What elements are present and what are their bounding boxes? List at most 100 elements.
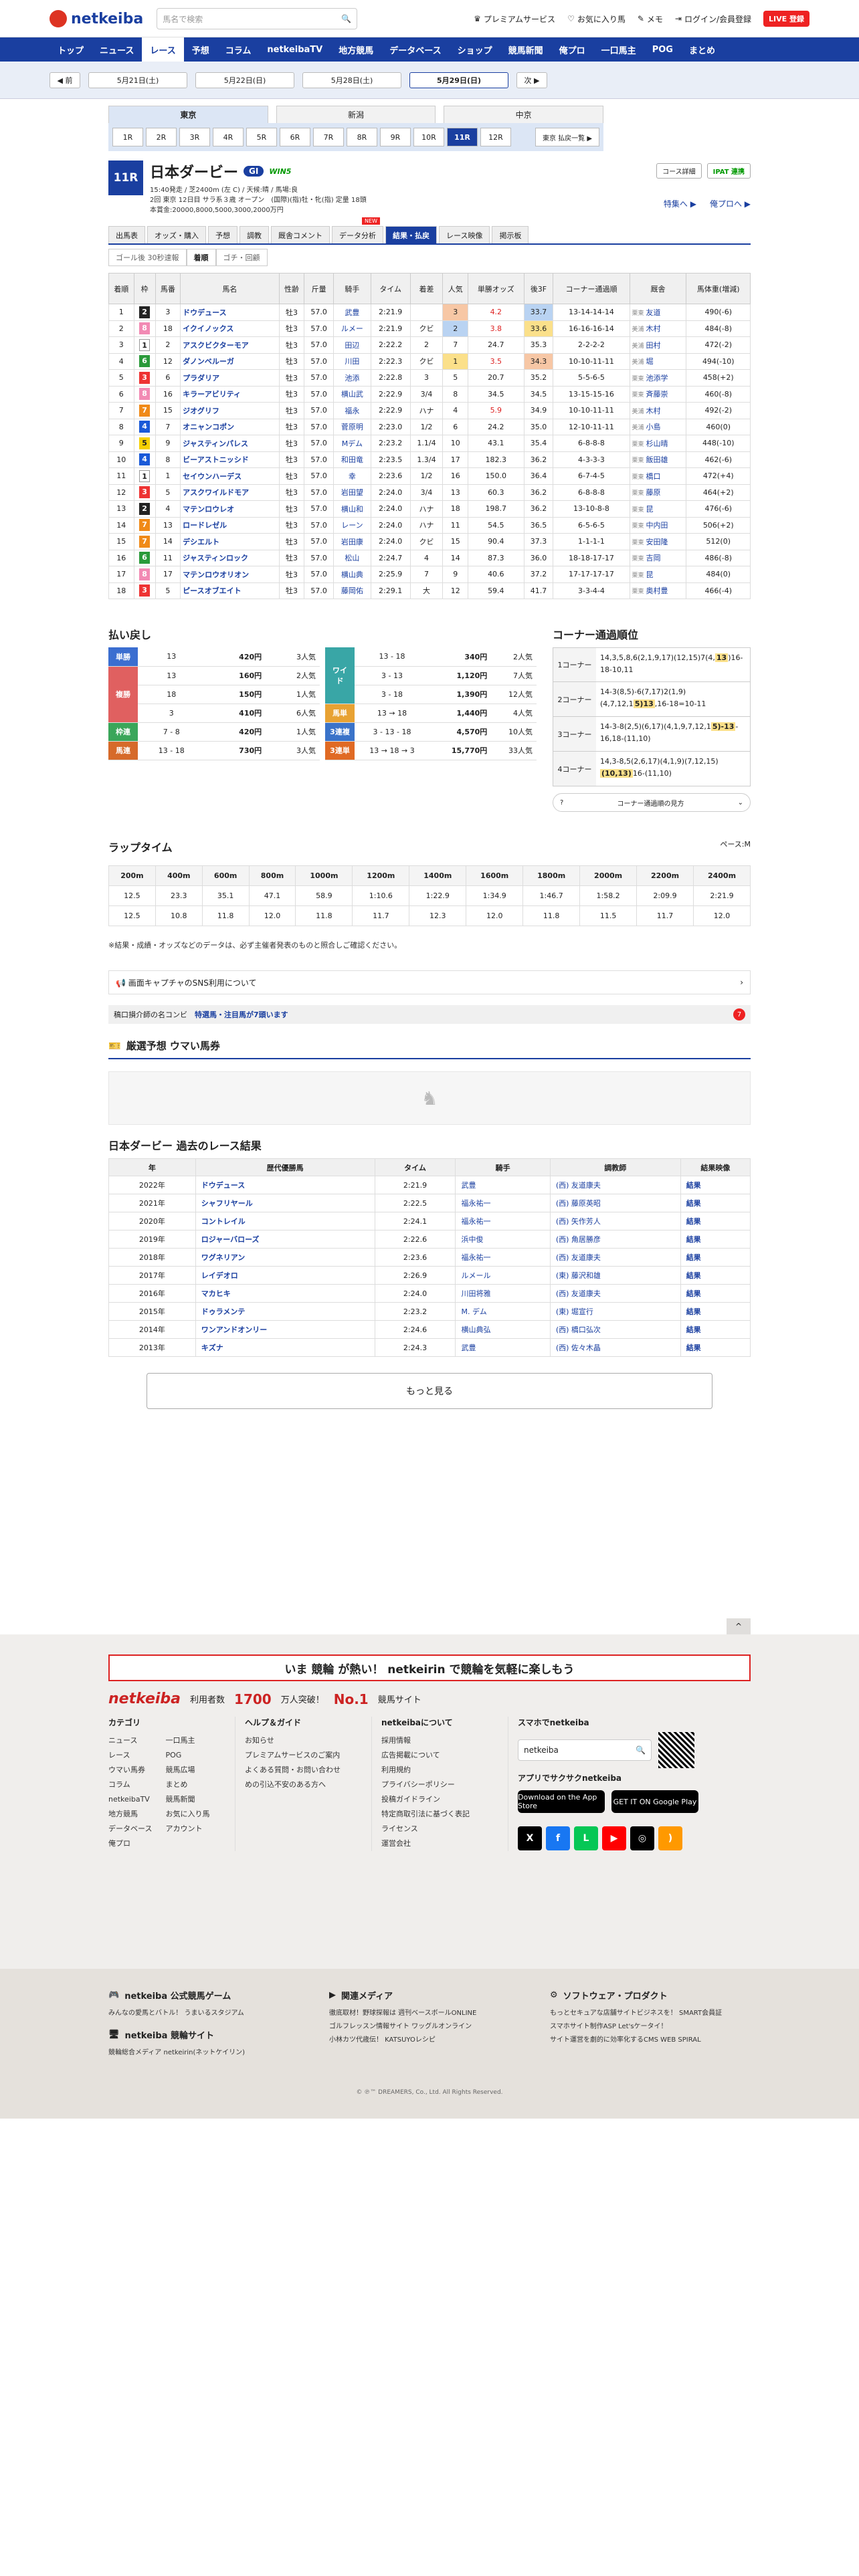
past-winner-link[interactable]: ワンアンドオンリー	[195, 1320, 375, 1339]
gnav-item[interactable]: 地方競馬	[330, 37, 381, 62]
trainer-cell[interactable]: 栗東 飯田雄	[629, 451, 687, 468]
past-video-link[interactable]: 結果	[680, 1248, 751, 1267]
trainer-name[interactable]: 飯田雄	[646, 455, 668, 464]
footer-link[interactable]: 運営会社	[381, 1836, 501, 1851]
past-video-link[interactable]: 結果	[680, 1230, 751, 1249]
footer-link[interactable]: めの引込不安のある方へ	[245, 1778, 365, 1792]
footer-link[interactable]: 競輪総合メディア netkeirin(ネットケイリン)	[108, 2046, 302, 2060]
footer-link[interactable]: 利用規約	[381, 1763, 501, 1778]
trainer-name[interactable]: 小島	[646, 423, 661, 431]
horse-name-link[interactable]: プラダリア	[180, 369, 280, 387]
horse-name-link[interactable]: ビーアストニッシド	[180, 451, 280, 468]
horse-name-link[interactable]: デシエルト	[180, 533, 280, 550]
orepro-link[interactable]: 俺プロへ ▶	[710, 198, 751, 209]
footer-link[interactable]: 徹底取材！野球探報は 週刊ベースボールONLINE	[329, 2007, 523, 2020]
horse-name-link[interactable]: ジャスティンロック	[180, 549, 280, 566]
trainer-name[interactable]: 池添学	[646, 374, 668, 383]
trainer-cell[interactable]: 美浦 木村	[629, 402, 687, 419]
search-icon[interactable]: 🔍	[341, 14, 351, 23]
footer-link[interactable]: 地方競馬	[108, 1807, 152, 1822]
gnav-item[interactable]: ショップ	[450, 37, 500, 62]
past-winner-link[interactable]: レイデオロ	[195, 1266, 375, 1285]
to-top-button[interactable]: ^	[727, 1618, 751, 1634]
footer-link[interactable]: みんなの愛馬とバトル！ うまいるスタジアム	[108, 2007, 302, 2020]
horse-name-link[interactable]: アスクビクターモア	[180, 336, 280, 354]
past-video-link[interactable]: 結果	[680, 1176, 751, 1194]
jockey-link[interactable]: 岩田望	[333, 484, 371, 501]
jockey-link[interactable]: ルメー	[333, 320, 371, 337]
x-icon[interactable]: X	[518, 1826, 542, 1850]
subtab-order[interactable]: 着順	[186, 249, 216, 266]
race-number-tab[interactable]: 2R	[146, 128, 177, 146]
trainer-cell[interactable]: 美浦堀	[629, 352, 687, 370]
gnav-item[interactable]: コラム	[217, 37, 260, 62]
site-logo[interactable]: netkeiba	[50, 10, 143, 27]
netkeirin-banner[interactable]: いま 競輪 が熱い！ netkeirin で競輪を気軽に楽しもう	[108, 1654, 751, 1681]
trainer-cell[interactable]: 栗東 橋口	[629, 467, 687, 485]
jockey-link[interactable]: レーン	[333, 516, 371, 534]
rss-icon[interactable]: )	[658, 1826, 682, 1850]
jockey-link[interactable]: 田辺	[333, 336, 371, 354]
footer-link[interactable]: ライセンス	[381, 1822, 501, 1836]
footer-link[interactable]: よくある質問・お問い合わせ	[245, 1763, 365, 1778]
gnav-item[interactable]: レース	[142, 37, 184, 62]
past-video-link[interactable]: 結果	[680, 1338, 751, 1357]
trainer-name[interactable]: 友道	[646, 308, 661, 317]
trainer-name[interactable]: 橋口	[646, 472, 661, 481]
gnav-item[interactable]: 俺プロ	[551, 37, 593, 62]
gnav-item[interactable]: トップ	[50, 37, 92, 62]
subtab-review[interactable]: ゴチ・回顧	[215, 249, 268, 266]
jockey-link[interactable]: 菅原明	[333, 418, 371, 435]
horse-name-link[interactable]: キラーアビリティ	[180, 385, 280, 403]
footer-link[interactable]: プライバシーポリシー	[381, 1778, 501, 1792]
horse-name-link[interactable]: マテンロウオリオン	[180, 566, 280, 583]
gnav-item[interactable]: まとめ	[681, 37, 723, 62]
trainer-cell[interactable]: 栗東 奥村豊	[629, 582, 687, 599]
venue-tab-tokyo[interactable]: 東京	[108, 106, 268, 123]
trainer-cell[interactable]: 栗東 杉山晴	[629, 435, 687, 452]
jockey-link[interactable]: 横山和	[333, 500, 371, 518]
memo-link[interactable]: ✎ メモ	[638, 13, 663, 25]
jockey-link[interactable]: 横山武	[333, 385, 371, 403]
race-tab[interactable]: 予想	[208, 226, 237, 243]
trainer-cell[interactable]: 栗東 藤原	[629, 484, 687, 501]
ticker-bar[interactable]: 稿口損介師の名コンビ 特選馬・注目馬が7頭います 7	[108, 1005, 751, 1024]
jockey-link[interactable]: 武豊	[333, 304, 371, 321]
race-number-tab[interactable]: 4R	[213, 128, 244, 146]
footer-link[interactable]: 競馬新聞	[165, 1792, 209, 1807]
horse-name-link[interactable]: ピースオブエイト	[180, 582, 280, 599]
race-number-tab[interactable]: 8R	[347, 128, 377, 146]
footer-link[interactable]: お知らせ	[245, 1733, 365, 1748]
next-date-button[interactable]: 次 ▶	[516, 72, 547, 88]
trainer-name[interactable]: 安田隆	[646, 538, 668, 546]
jockey-link[interactable]: 藤岡佑	[333, 582, 371, 599]
race-tab[interactable]: 厩舎コメント	[271, 226, 330, 243]
google-play-button[interactable]: GET IT ON Google Play	[611, 1790, 698, 1813]
past-winner-link[interactable]: ドウデュース	[195, 1176, 375, 1194]
footer-link[interactable]: 一口馬主	[165, 1733, 209, 1748]
race-tab[interactable]: データ分析 NEW	[332, 217, 383, 243]
date-tab[interactable]: 5月21日(土)	[88, 72, 187, 88]
race-tab[interactable]: 出馬表	[108, 226, 145, 243]
trainer-name[interactable]: 吉岡	[646, 554, 661, 562]
horse-name-link[interactable]: イクイノックス	[180, 320, 280, 337]
register-button[interactable]: LIVE 登録	[763, 11, 809, 27]
past-winner-link[interactable]: シャフリヤール	[195, 1194, 375, 1212]
facebook-icon[interactable]: f	[546, 1826, 570, 1850]
jockey-link[interactable]: 池添	[333, 369, 371, 387]
trainer-cell[interactable]: 栗東 斉藤崇	[629, 385, 687, 403]
horse-name-link[interactable]: ドウデュース	[180, 304, 280, 321]
race-payout-list-link[interactable]: 東京 払戻一覧 ▶	[535, 128, 599, 146]
horse-name-link[interactable]: マテンロウレオ	[180, 500, 280, 518]
footer-link[interactable]: もっとセキュアな店舗サイトビジネスを！ SMART会員証	[550, 2007, 744, 2020]
login-link[interactable]: ⇥ ログイン/会員登録	[675, 13, 751, 25]
feature-link[interactable]: 特集へ ▶	[664, 198, 696, 209]
corner-guide-toggle[interactable]: ? コーナー通過順の見方 ⌄	[553, 793, 751, 812]
trainer-name[interactable]: 昆	[646, 570, 654, 579]
past-video-link[interactable]: 結果	[680, 1212, 751, 1230]
trainer-name[interactable]: 中内田	[646, 521, 668, 530]
footer-link[interactable]: お気に入り馬	[165, 1807, 209, 1822]
gnav-item[interactable]: 予想	[184, 37, 217, 62]
race-number-tab[interactable]: 12R	[480, 128, 511, 146]
footer-link[interactable]: データベース	[108, 1822, 152, 1836]
